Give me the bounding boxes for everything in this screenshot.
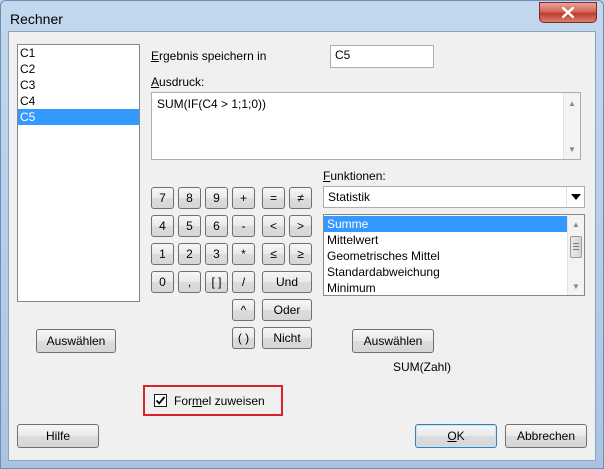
key-plus[interactable]: +	[232, 187, 255, 209]
close-button[interactable]	[539, 2, 597, 23]
calculator-dialog: Rechner C1 C2 C3 C4 C5 Ergebnis speichern in…	[0, 0, 604, 469]
assign-formula-checkbox[interactable]	[154, 394, 167, 407]
key-4[interactable]: 4	[151, 215, 174, 237]
key-3[interactable]: 3	[205, 243, 228, 265]
column-list-items: C1 C2 C3 C4 C5	[18, 45, 139, 125]
function-item[interactable]: Mittelwert	[324, 232, 567, 248]
function-item[interactable]: Geometrisches Mittel	[324, 248, 567, 264]
key-minus[interactable]: -	[232, 215, 255, 237]
column-item[interactable]: C5	[18, 109, 139, 125]
function-list-scrollbar[interactable]: ▲ ▼	[567, 215, 584, 295]
key-not-equal[interactable]: ≠	[289, 187, 312, 209]
checkmark-icon	[155, 396, 166, 405]
key-greater-equal[interactable]: ≥	[289, 243, 312, 265]
functions-label: Funktionen:	[323, 169, 386, 183]
column-list[interactable]: C1 C2 C3 C4 C5	[17, 44, 140, 302]
expression-scrollbar[interactable]: ▲ ▼	[563, 93, 580, 159]
select-column-button[interactable]: Auswählen	[36, 329, 116, 353]
key-8[interactable]: 8	[178, 187, 201, 209]
function-item[interactable]: Summe	[324, 216, 567, 232]
store-result-input[interactable]: C5	[330, 45, 434, 68]
key-9[interactable]: 9	[205, 187, 228, 209]
function-category-select[interactable]: Statistik	[323, 186, 585, 208]
key-greater-than[interactable]: >	[289, 215, 312, 237]
key-nicht[interactable]: Nicht	[262, 327, 312, 349]
select-function-button[interactable]: Auswählen	[352, 329, 434, 353]
key-less-equal[interactable]: ≤	[262, 243, 285, 265]
key-6[interactable]: 6	[205, 215, 228, 237]
scroll-down-icon[interactable]: ▼	[564, 141, 580, 157]
scroll-up-icon[interactable]: ▲	[564, 95, 580, 111]
column-item[interactable]: C4	[18, 93, 139, 109]
function-syntax: SUM(Zahl)	[393, 360, 452, 374]
ok-button[interactable]: OK	[415, 424, 497, 448]
close-x-icon	[562, 7, 574, 18]
function-category-value: Statistik	[328, 190, 371, 204]
help-button[interactable]: Hilfe	[17, 424, 99, 448]
column-item[interactable]: C2	[18, 61, 139, 77]
dialog-client-area: C1 C2 C3 C4 C5 Ergebnis speichern in C5 Ausd…	[8, 31, 596, 461]
scroll-up-icon[interactable]: ▲	[568, 216, 584, 232]
scroll-down-icon[interactable]: ▼	[568, 278, 584, 294]
function-list-items: Summe Mittelwert Geometrisches Mittel Stand…	[324, 215, 584, 296]
expression-text: SUM(IF(C4 > 1;1;0))	[157, 97, 267, 111]
key-less-than[interactable]: <	[262, 215, 285, 237]
dropdown-arrow-icon[interactable]	[566, 187, 584, 207]
function-item[interactable]: Minimum	[324, 280, 567, 296]
expression-input[interactable]: SUM(IF(C4 > 1;1;0)) ▲ ▼	[151, 92, 581, 160]
key-equals[interactable]: =	[262, 187, 285, 209]
scroll-thumb[interactable]	[570, 236, 582, 258]
key-0[interactable]: 0	[151, 271, 174, 293]
title-bar[interactable]: Rechner	[1, 1, 603, 35]
key-2[interactable]: 2	[178, 243, 201, 265]
key-7[interactable]: 7	[151, 187, 174, 209]
key-1[interactable]: 1	[151, 243, 174, 265]
store-result-label: Ergebnis speichern in	[151, 49, 267, 63]
column-item[interactable]: C1	[18, 45, 139, 61]
key-divide[interactable]: /	[232, 271, 255, 293]
key-brackets[interactable]: [ ]	[205, 271, 228, 293]
expression-label: Ausdruck:	[151, 75, 205, 89]
key-power[interactable]: ^	[232, 299, 255, 321]
key-comma[interactable]: ,	[178, 271, 201, 293]
cancel-button[interactable]: Abbrechen	[505, 424, 587, 448]
assign-formula-label[interactable]: Formel zuweisen	[174, 394, 265, 408]
key-und[interactable]: Und	[262, 271, 312, 293]
window-title: Rechner	[10, 11, 63, 27]
function-list[interactable]: Summe Mittelwert Geometrisches Mittel Stand…	[323, 214, 585, 296]
function-item[interactable]: Standardabweichung	[324, 264, 567, 280]
key-parentheses[interactable]: ( )	[232, 327, 255, 349]
key-oder[interactable]: Oder	[262, 299, 312, 321]
key-multiply[interactable]: *	[232, 243, 255, 265]
key-5[interactable]: 5	[178, 215, 201, 237]
column-item[interactable]: C3	[18, 77, 139, 93]
